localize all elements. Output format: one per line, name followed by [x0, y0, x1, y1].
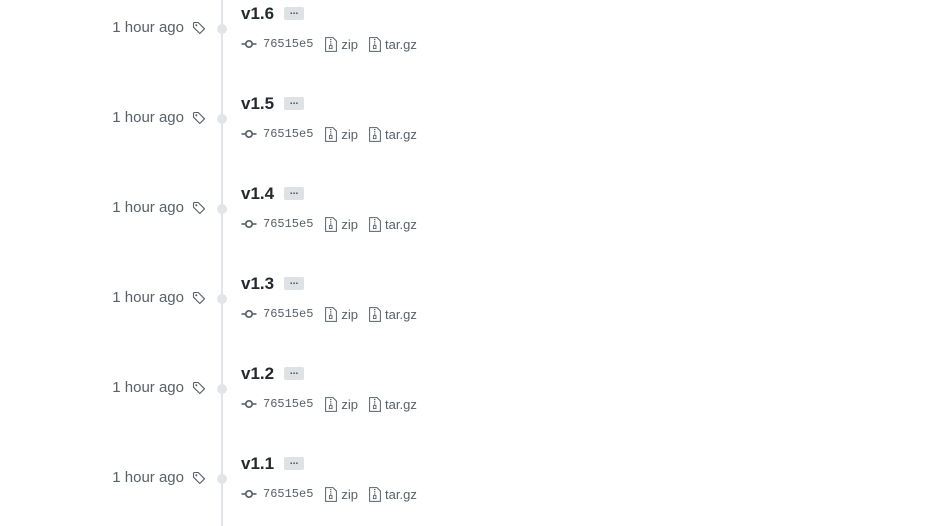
commit-sha-link[interactable]: 76515e5: [263, 217, 313, 231]
download-tar-link[interactable]: tar.gz: [369, 127, 417, 142]
tag-icon: [192, 471, 206, 485]
download-zip-label: zip: [341, 486, 359, 502]
tag-meta-row: 76515e5 zip tar.gz: [241, 305, 428, 323]
tag-time: 1 hour ago: [112, 289, 184, 306]
tag-message-toggle-button[interactable]: ...: [284, 187, 305, 200]
tag-message-toggle-button[interactable]: ...: [284, 97, 305, 110]
file-zip-icon: [369, 486, 381, 502]
tag-entry: 1 hour ago v1.4 ... 76515e5 zip tar.gz: [0, 180, 933, 240]
commit-sha-link[interactable]: 76515e5: [263, 307, 313, 321]
file-zip-icon: [369, 36, 381, 52]
file-zip-icon: [369, 126, 381, 142]
timeline-dot: [217, 294, 227, 304]
tag-timeline: 1 hour ago v1.6 ... 76515e5 zip tar.gz 1…: [0, 0, 933, 526]
download-zip-label: zip: [341, 216, 359, 232]
download-tar-link[interactable]: tar.gz: [369, 307, 417, 322]
download-zip-link[interactable]: zip: [325, 487, 358, 502]
tag-icon: [192, 111, 206, 125]
download-zip-label: zip: [341, 306, 359, 322]
tag-meta-row: 76515e5 zip tar.gz: [241, 125, 428, 143]
tag-time: 1 hour ago: [112, 199, 184, 216]
git-commit-icon: [241, 309, 257, 319]
download-zip-label: zip: [341, 396, 359, 412]
commit-sha-link[interactable]: 76515e5: [263, 37, 313, 51]
tag-icon: [192, 381, 206, 395]
file-zip-icon: [325, 216, 338, 232]
git-commit-icon: [241, 129, 257, 139]
timeline-dot: [217, 384, 227, 394]
tag-name-link[interactable]: v1.2: [241, 363, 274, 385]
tag-icon: [192, 291, 206, 305]
download-tar-link[interactable]: tar.gz: [369, 217, 417, 232]
git-commit-icon: [241, 39, 257, 49]
download-tar-link[interactable]: tar.gz: [369, 397, 417, 412]
tag-name-link[interactable]: v1.3: [241, 273, 274, 295]
timeline-dot: [217, 204, 227, 214]
download-tar-link[interactable]: tar.gz: [369, 487, 417, 502]
download-zip-link[interactable]: zip: [325, 127, 358, 142]
git-commit-icon: [241, 489, 257, 499]
tag-name-link[interactable]: v1.1: [241, 453, 274, 475]
tag-meta-row: 76515e5 zip tar.gz: [241, 485, 428, 503]
git-commit-icon: [241, 399, 257, 409]
commit-sha-link[interactable]: 76515e5: [263, 487, 313, 501]
download-zip-label: zip: [341, 126, 359, 142]
tag-time: 1 hour ago: [112, 379, 184, 396]
tag-icon: [192, 21, 206, 35]
file-zip-icon: [325, 36, 338, 52]
tag-name-link[interactable]: v1.6: [241, 3, 274, 25]
file-zip-icon: [369, 396, 381, 412]
tag-meta-row: 76515e5 zip tar.gz: [241, 35, 428, 53]
file-zip-icon: [325, 486, 338, 502]
download-tar-label: tar.gz: [385, 36, 417, 52]
download-zip-link[interactable]: zip: [325, 37, 358, 52]
download-zip-link[interactable]: zip: [325, 217, 358, 232]
download-zip-link[interactable]: zip: [325, 397, 358, 412]
tag-message-toggle-button[interactable]: ...: [284, 457, 305, 470]
download-zip-link[interactable]: zip: [325, 307, 358, 322]
git-commit-icon: [241, 219, 257, 229]
tag-entry: 1 hour ago v1.6 ... 76515e5 zip tar.gz: [0, 0, 933, 60]
download-tar-label: tar.gz: [385, 306, 417, 322]
commit-sha-link[interactable]: 76515e5: [263, 127, 313, 141]
tag-meta-row: 76515e5 zip tar.gz: [241, 395, 428, 413]
tag-time: 1 hour ago: [112, 109, 184, 126]
tag-entry: 1 hour ago v1.2 ... 76515e5 zip tar.gz: [0, 360, 933, 420]
tag-message-toggle-button[interactable]: ...: [284, 7, 305, 20]
tag-name-link[interactable]: v1.5: [241, 93, 274, 115]
timeline-dot: [217, 474, 227, 484]
tag-time: 1 hour ago: [112, 19, 184, 36]
tag-message-toggle-button[interactable]: ...: [284, 277, 305, 290]
download-tar-label: tar.gz: [385, 486, 417, 502]
timeline-dot: [217, 24, 227, 34]
file-zip-icon: [325, 396, 338, 412]
tag-icon: [192, 201, 206, 215]
file-zip-icon: [369, 216, 381, 232]
tag-meta-row: 76515e5 zip tar.gz: [241, 215, 428, 233]
timeline-line: [221, 0, 223, 526]
timeline-dot: [217, 114, 227, 124]
download-tar-label: tar.gz: [385, 126, 417, 142]
tag-message-toggle-button[interactable]: ...: [284, 367, 305, 380]
tag-entry: 1 hour ago v1.5 ... 76515e5 zip tar.gz: [0, 90, 933, 150]
download-tar-link[interactable]: tar.gz: [369, 37, 417, 52]
download-tar-label: tar.gz: [385, 396, 417, 412]
tag-entry: 1 hour ago v1.3 ... 76515e5 zip tar.gz: [0, 270, 933, 330]
download-zip-label: zip: [341, 36, 359, 52]
file-zip-icon: [369, 306, 381, 322]
file-zip-icon: [325, 126, 338, 142]
tag-time: 1 hour ago: [112, 469, 184, 486]
commit-sha-link[interactable]: 76515e5: [263, 397, 313, 411]
tag-entry: 1 hour ago v1.1 ... 76515e5 zip tar.gz: [0, 450, 933, 510]
tag-name-link[interactable]: v1.4: [241, 183, 274, 205]
download-tar-label: tar.gz: [385, 216, 417, 232]
file-zip-icon: [325, 306, 338, 322]
